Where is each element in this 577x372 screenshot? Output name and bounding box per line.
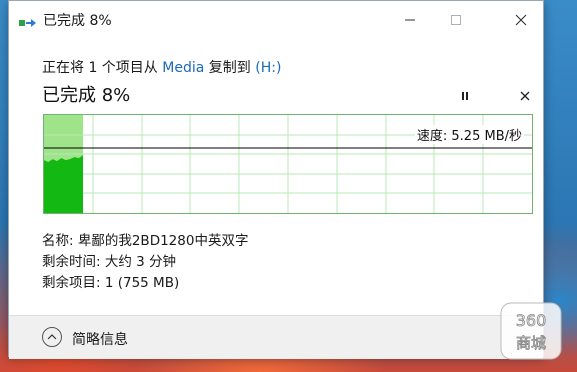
copy-details: 名称: 卑鄙的我2BD1280中英双字 剩余时间: 大约 3 分钟 剩余项目: … bbox=[42, 231, 248, 294]
fewer-details-label[interactable]: 简略信息 bbox=[72, 329, 128, 349]
items-remaining: 剩余项目: 1 (755 MB) bbox=[42, 275, 180, 291]
copy-prefix-text: 正在将 1 个项目从 bbox=[42, 60, 163, 76]
transfer-speed-graph: 速度: 5.25 MB/秒 bbox=[43, 114, 533, 214]
watermark-logo: 360 商城 bbox=[498, 300, 564, 362]
copy-middle-text: 复制到 bbox=[204, 60, 256, 76]
copy-files-icon bbox=[19, 14, 37, 27]
speed-area bbox=[44, 155, 83, 213]
progress-heading: 已完成 8% bbox=[42, 85, 131, 106]
copy-description: 正在将 1 个项目从 Media 复制到 (H:) bbox=[42, 57, 281, 77]
pause-button[interactable] bbox=[458, 88, 472, 102]
chevron-up-icon bbox=[47, 334, 57, 340]
source-folder-link[interactable]: Media bbox=[162, 60, 204, 76]
minimize-icon bbox=[405, 19, 415, 20]
maximize-icon bbox=[451, 14, 461, 25]
close-icon bbox=[515, 14, 527, 25]
destination-drive-link[interactable]: (H:) bbox=[255, 60, 281, 76]
cancel-copy-button[interactable] bbox=[518, 88, 532, 102]
watermark-line1: 360 bbox=[516, 311, 547, 330]
window-title: 已完成 8% bbox=[43, 13, 112, 29]
dialog-footer: 简略信息 bbox=[9, 315, 543, 359]
collapse-details-button[interactable] bbox=[42, 327, 62, 347]
copy-progress-dialog: 已完成 8% 正在将 1 个项目从 Media 复制到 (H:) 已完成 8% bbox=[8, 0, 544, 359]
file-name: 名称: 卑鄙的我2BD1280中英双字 bbox=[42, 233, 249, 249]
speed-label: 速度: 5.25 MB/秒 bbox=[414, 125, 524, 144]
pause-icon bbox=[462, 92, 468, 100]
maximize-button[interactable] bbox=[433, 1, 479, 38]
watermark-line2: 商城 bbox=[516, 334, 546, 352]
title-bar[interactable]: 已完成 8% bbox=[9, 1, 543, 38]
cancel-icon bbox=[520, 91, 530, 101]
dialog-content: 正在将 1 个项目从 Media 复制到 (H:) 已完成 8% 速度: 5.2… bbox=[9, 38, 543, 359]
minimize-button[interactable] bbox=[387, 1, 433, 38]
close-window-button[interactable] bbox=[498, 1, 544, 38]
time-remaining: 剩余时间: 大约 3 分钟 bbox=[42, 254, 177, 270]
